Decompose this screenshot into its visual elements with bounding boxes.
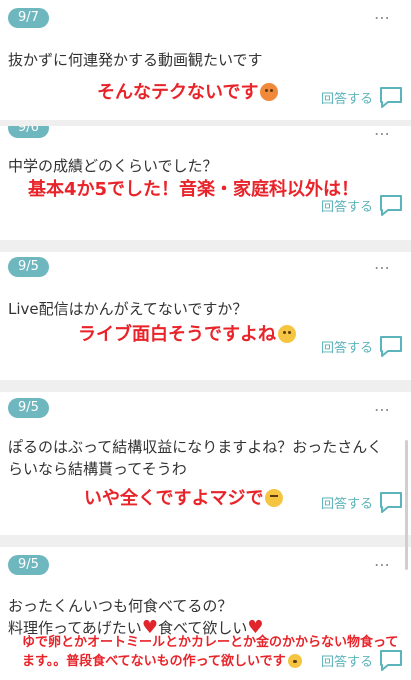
speech-bubble-icon xyxy=(380,195,402,216)
card-separator xyxy=(0,380,411,392)
question-text: Live配信はかんがえてないですか？ xyxy=(8,300,248,318)
post-card: 9/7 ⋯ 抜かずに何連発かする動画観たいです そんなテクないです 回答する xyxy=(0,0,411,120)
answer-text: いや全くですよマジで xyxy=(84,484,284,510)
date-badge: 9/5 xyxy=(8,555,49,575)
answer-text: 基本4か5でした！音楽・家庭科以外は！ xyxy=(28,179,360,200)
speech-bubble-icon xyxy=(380,87,402,108)
question-line: おったくんいつも何食べてるの？ xyxy=(8,597,233,615)
answer-text: ゆで卵とかオートミールとかカレーとか金のかからない物食ってます。。普段食べてない… xyxy=(22,635,399,669)
more-options-icon[interactable]: ⋯ xyxy=(374,126,391,143)
expressionless-face-icon xyxy=(265,489,284,507)
hand-over-mouth-emoji-icon xyxy=(278,325,296,343)
more-options-icon[interactable]: ⋯ xyxy=(374,258,391,277)
reply-button[interactable]: 回答する xyxy=(321,86,403,108)
question-text: 抜かずに何連発かする動画観たいです xyxy=(8,51,263,69)
date-badge: 9/5 xyxy=(8,257,49,277)
post-card: 9/6 ⋯ 中学の成績どのくらいでした？ 基本4か5でした！音楽・家庭科以外は！… xyxy=(0,126,411,240)
more-options-icon[interactable]: ⋯ xyxy=(374,555,391,574)
answer-text: ライブ面白そうですよね xyxy=(78,320,296,346)
date-badge: 9/6 xyxy=(8,126,49,138)
post-card: 9/5 ⋯ ぽるのはぶって結構収益になりますよね？おったさんくらいなら結構貰って… xyxy=(0,392,411,535)
speech-bubble-icon xyxy=(380,336,402,357)
more-options-icon[interactable]: ⋯ xyxy=(374,400,391,419)
question-text: ぽるのはぶって結構収益になりますよね？おったさんくらいなら結構貰ってそうわ xyxy=(8,438,383,478)
angry-face-icon xyxy=(260,83,279,101)
answer-text: そんなテクないです xyxy=(97,78,279,104)
card-separator xyxy=(0,240,411,252)
question-text: 中学の成績どのくらいでした？ xyxy=(8,157,218,175)
reply-button[interactable]: 回答する xyxy=(321,491,403,513)
post-card: 9/5 ⋯ おったくんいつも何食べてるの？ 料理作ってあげたい♥食べて欲しい♥ … xyxy=(0,547,411,680)
date-badge: 9/7 xyxy=(8,8,49,28)
reply-button[interactable]: 回答する xyxy=(321,335,403,357)
card-separator xyxy=(0,535,411,547)
date-badge: 9/5 xyxy=(8,398,49,418)
post-card: 9/5 ⋯ Live配信はかんがえてないですか？ ライブ面白そうですよね 回答す… xyxy=(0,252,411,380)
pleading-face-icon xyxy=(287,654,302,668)
speech-bubble-icon xyxy=(380,492,402,513)
more-options-icon[interactable]: ⋯ xyxy=(374,8,391,27)
scrollbar[interactable] xyxy=(405,440,408,570)
